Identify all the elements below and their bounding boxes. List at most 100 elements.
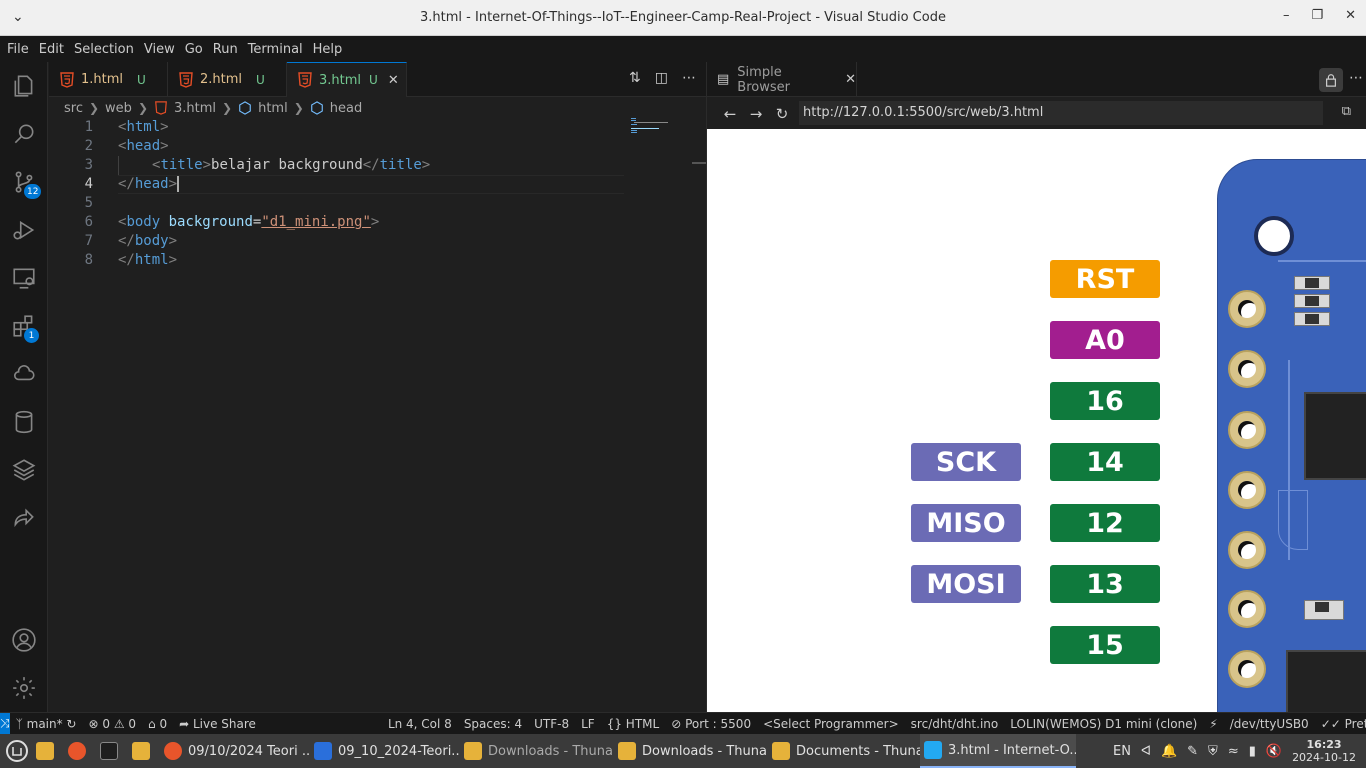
code-line: 3 <title>belajar background</title> [49, 156, 699, 175]
taskbar-app-thunar[interactable]: Downloads - Thunar [460, 734, 614, 768]
start-menu-icon[interactable] [0, 734, 32, 768]
live-share-icon[interactable] [0, 494, 48, 542]
taskbar-app-thunar[interactable]: Documents - Thunar [768, 734, 920, 768]
serial-port-status[interactable]: /dev/ttyUSB0 [1224, 717, 1315, 731]
more-actions-icon[interactable]: ⋯ [1349, 70, 1363, 86]
breadcrumb-item[interactable]: web [105, 101, 132, 116]
open-external-icon[interactable]: ⧉ [1342, 104, 1351, 119]
remote-explorer-icon[interactable] [0, 254, 48, 302]
close-tab-icon[interactable]: ✕ [845, 72, 856, 87]
open-changes-icon[interactable]: ⇅ [629, 70, 641, 86]
os-taskbar: 09/10/2024 Teori ... 09_10_2024-Teori...… [0, 734, 1366, 768]
run-debug-icon[interactable] [0, 206, 48, 254]
shield-icon[interactable]: ⛨ [1208, 744, 1218, 759]
split-editor-icon[interactable]: ◫ [655, 70, 668, 86]
folder-launcher-icon[interactable] [128, 734, 160, 768]
branch-status[interactable]: ᛉ main* ↻ [10, 717, 83, 731]
window-menu-chevron-icon[interactable]: ⌄ [12, 9, 24, 25]
breadcrumb-item[interactable]: head [330, 101, 362, 116]
pin-label-miso: MISO [911, 504, 1021, 542]
source-control-icon[interactable]: 12 [0, 158, 48, 206]
system-tray: EN ᐊ 🔔 ✎ ⛨ ≈ ▮ 🔇 16:23 2024-10-12 [1113, 734, 1366, 768]
menu-terminal[interactable]: Terminal [243, 42, 308, 57]
board-status[interactable]: LOLIN(WEMOS) D1 mini (clone) [1004, 717, 1203, 731]
wifi-icon[interactable]: ≈ [1228, 744, 1239, 759]
account-icon[interactable] [0, 616, 48, 664]
bluetooth-icon[interactable]: ᐊ [1141, 744, 1151, 759]
body-attr: background [168, 214, 253, 230]
prettier-status[interactable]: ✓✓ Prettier [1315, 717, 1366, 731]
remote-indicator-icon[interactable]: ⤨ [0, 712, 10, 735]
gear-icon[interactable] [0, 664, 48, 712]
browser-viewport[interactable]: SCK MISO MOSI RST A0 16 14 12 13 15 [707, 129, 1366, 712]
breadcrumb-item[interactable]: 3.html [174, 101, 216, 116]
breadcrumb-item[interactable]: html [258, 101, 288, 116]
volume-muted-icon[interactable]: 🔇 [1266, 744, 1282, 759]
battery-icon[interactable]: ▮ [1249, 744, 1256, 759]
taskbar-app-firefox[interactable]: 09/10/2024 Teori ... [160, 734, 310, 768]
menu-edit[interactable]: Edit [34, 42, 69, 57]
more-actions-icon[interactable]: ⋯ [682, 70, 696, 86]
close-window-button[interactable]: ✕ [1345, 8, 1356, 23]
menu-selection[interactable]: Selection [69, 42, 139, 57]
reload-icon[interactable]: ↻ [769, 105, 795, 123]
url-input[interactable]: http://127.0.0.1:5500/src/web/3.html [799, 101, 1323, 125]
back-icon[interactable]: ← [717, 105, 743, 123]
taskbar-app-document[interactable]: 09_10_2024-Teori... [310, 734, 460, 768]
line-number: 4 [84, 176, 93, 192]
ports-status[interactable]: ⌂ 0 [142, 717, 173, 731]
tab-2-html[interactable]: 2.html U [168, 62, 287, 97]
bell-icon[interactable]: 🔔 [1161, 744, 1177, 759]
tab-simple-browser[interactable]: ▤ Simple Browser ✕ [707, 62, 857, 97]
line-number: 7 [84, 233, 93, 249]
untracked-badge: U [256, 72, 265, 87]
cursor-position[interactable]: Ln 4, Col 8 [382, 717, 458, 731]
code-editor[interactable]: 1 <html> 2 <head> 3 <title>belajar backg… [49, 118, 699, 270]
taskbar-app-thunar[interactable]: Downloads - Thunar [614, 734, 768, 768]
live-server-port[interactable]: ⊘ Port : 5500 [665, 717, 757, 731]
minimap[interactable] [631, 118, 691, 138]
layers-icon[interactable] [0, 446, 48, 494]
search-icon[interactable] [0, 110, 48, 158]
line-number: 2 [84, 138, 93, 154]
plug-icon[interactable]: ⚡ [1203, 717, 1223, 731]
close-tab-icon[interactable]: ✕ [388, 73, 399, 88]
encoding-status[interactable]: UTF-8 [528, 717, 575, 731]
explorer-icon[interactable] [0, 62, 48, 110]
language-status[interactable]: {} HTML [601, 717, 666, 731]
menu-go[interactable]: Go [180, 42, 208, 57]
pin-label-sck: SCK [911, 443, 1021, 481]
cloud-icon[interactable] [0, 350, 48, 398]
firefox-launcher-icon[interactable] [64, 734, 96, 768]
scm-badge: 12 [24, 184, 42, 199]
keyboard-layout[interactable]: EN [1113, 744, 1131, 759]
extensions-icon[interactable]: 1 [0, 302, 48, 350]
tab-1-html[interactable]: 1.html U [49, 62, 168, 97]
menu-run[interactable]: Run [208, 42, 243, 57]
code-line: 2 <head> [49, 137, 699, 156]
minimize-button[interactable]: – [1283, 8, 1290, 23]
menu-file[interactable]: File [2, 42, 34, 57]
live-share-status[interactable]: ➦ Live Share [173, 717, 262, 731]
taskbar-app-vscode[interactable]: 3.html - Internet-O... [920, 734, 1076, 768]
clock[interactable]: 16:23 2024-10-12 [1292, 738, 1356, 764]
problems-status[interactable]: ⊗ 0 ⚠ 0 [82, 717, 142, 731]
terminal-launcher-icon[interactable] [96, 734, 128, 768]
maximize-button[interactable]: ❐ [1311, 8, 1323, 23]
breadcrumb-item[interactable]: src [64, 101, 83, 116]
forward-icon[interactable]: → [743, 105, 769, 123]
menu-help[interactable]: Help [308, 42, 348, 57]
tab-3-html[interactable]: 3.html U ✕ [287, 62, 407, 97]
file-manager-launcher-icon[interactable] [32, 734, 64, 768]
menu-view[interactable]: View [139, 42, 180, 57]
clipboard-icon[interactable]: ✎ [1187, 744, 1198, 759]
programmer-select[interactable]: <Select Programmer> [757, 717, 905, 731]
extensions-badge: 1 [24, 328, 39, 343]
language-label: HTML [625, 716, 660, 731]
sketch-status[interactable]: src/dht/dht.ino [905, 717, 1005, 731]
lock-icon[interactable] [1319, 68, 1343, 92]
database-icon[interactable] [0, 398, 48, 446]
eol-status[interactable]: LF [575, 717, 601, 731]
indentation-status[interactable]: Spaces: 4 [458, 717, 528, 731]
ports-count: 0 [159, 716, 168, 731]
